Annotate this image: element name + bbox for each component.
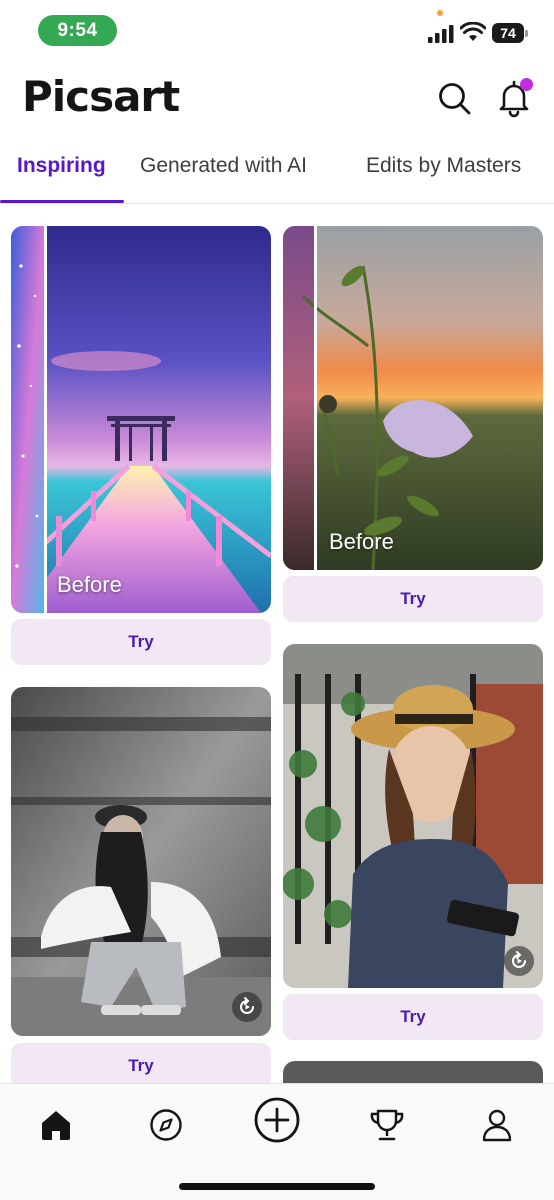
replay-icon[interactable] [504,946,534,976]
signal-icon [428,25,454,43]
before-label: Before [329,529,394,554]
status-bar: 9:54 74 [0,0,554,56]
motion-portrait-preview [11,687,271,1036]
add-icon [254,1097,300,1143]
try-button[interactable]: Try [11,619,271,665]
trophy-icon [370,1109,404,1141]
nav-explore[interactable] [141,1100,191,1150]
pier-edit-preview [11,226,271,613]
motion-portrait-card-image[interactable] [11,687,271,1036]
inspiration-feed[interactable]: Before Try Before Try Try Try [0,205,554,1083]
battery-level: 74 [492,23,524,43]
replay-icon[interactable] [232,992,262,1022]
privacy-indicator-dot [437,10,443,16]
category-tabs: Inspiring Generated with AI Edits by Mas… [0,140,554,204]
picsart-logo[interactable]: Picsart [22,72,180,121]
before-label: Before [57,572,122,597]
tab-generated-with-ai[interactable]: Generated with AI [140,154,307,178]
flower-card-image[interactable]: Before [283,226,543,570]
before-after-divider[interactable] [314,226,317,570]
pier-card-image[interactable]: Before [11,226,271,613]
before-after-divider[interactable] [44,226,47,613]
battery-icon: 74 [492,23,528,43]
tab-edits-by-masters[interactable]: Edits by Masters [366,154,521,178]
flower-edit-preview [283,226,543,570]
try-button[interactable]: Try [283,576,543,622]
nav-challenges[interactable] [362,1100,412,1150]
nav-create[interactable] [249,1092,305,1148]
wifi-icon [460,22,486,41]
notification-badge [520,78,533,91]
home-icon [42,1111,70,1140]
bottom-navigation [0,1083,554,1200]
hat-portrait-preview [283,644,543,988]
app-header: Picsart [0,62,554,132]
hat-portrait-card-image[interactable] [283,644,543,988]
profile-icon [482,1109,512,1142]
next-card-image[interactable] [283,1061,543,1083]
try-button[interactable]: Try [283,994,543,1040]
nav-profile[interactable] [472,1100,522,1150]
active-tab-indicator [0,200,124,203]
tab-inspiring[interactable]: Inspiring [17,154,106,178]
nav-home[interactable] [31,1100,81,1150]
search-icon[interactable] [436,80,474,118]
compass-icon [150,1109,182,1141]
try-button[interactable]: Try [11,1043,271,1083]
notifications-button[interactable] [495,76,535,118]
home-indicator[interactable] [179,1183,375,1190]
status-time: 9:54 [38,15,117,46]
